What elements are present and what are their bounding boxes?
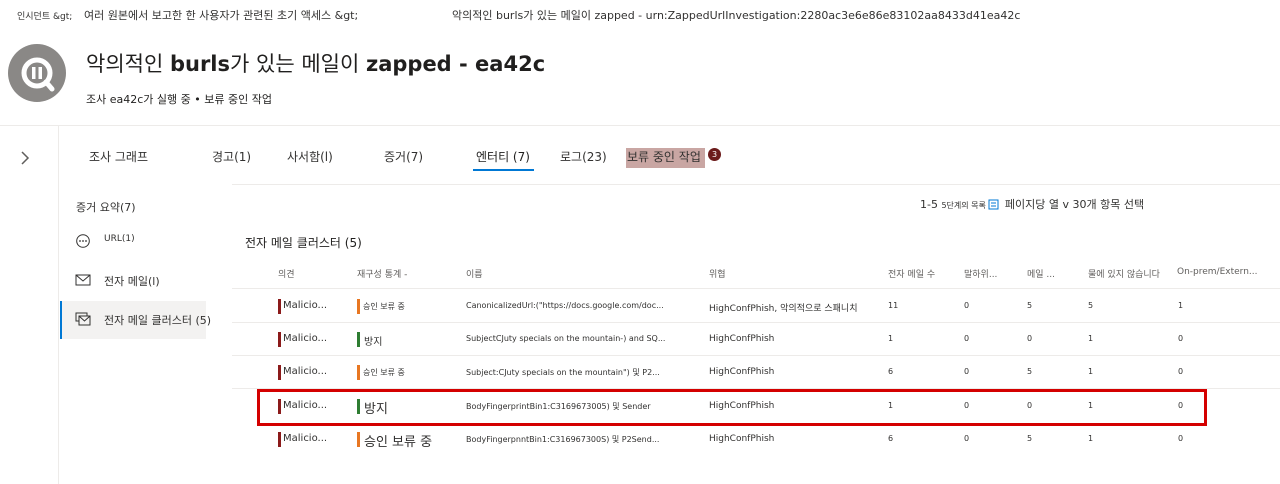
tab-mailboxes[interactable]: 사서함(l) [287,148,333,165]
threat-cell: HighConfPhish [709,434,775,444]
page-subtitle: 조사 ea42c가 실행 중 • 보류 중인 작업 [86,93,272,106]
severity-bar [278,432,281,447]
status-cell: 승인 보류 중 [364,435,433,450]
email-count-cell: 6 [888,367,894,376]
sidebar-item-label: 전자 메일(l) [104,275,160,288]
tab-pending-actions[interactable]: 보류 중인 작업 [627,148,701,165]
status-pending-bar [357,299,360,314]
sidebar-item-url[interactable]: URL(1) [60,223,206,261]
tab-log[interactable]: 로그(23) [560,148,607,165]
column-header-email-count[interactable]: 전자 메일 수 [888,267,935,280]
col6-cell: 0 [964,367,970,376]
evidence-summary-heading: 증거 요약(7) [76,201,136,214]
col8-cell: 5 [1088,301,1094,310]
status-cell: 방지 [364,337,383,348]
status-cell: 승인 보류 중 [363,368,405,377]
breadcrumb-investigation: 악의적인 burls가 있는 메일이 zapped - urn:ZappedUr… [452,9,1021,22]
left-rail-divider [58,126,59,484]
tab-investigation-graph[interactable]: 조사 그래프 [89,148,148,165]
col6-cell: 0 [964,334,970,343]
column-header-onprem[interactable]: On-prem/Extern... [1177,267,1258,277]
section-title: 전자 메일 클러스터 (5) [245,236,362,250]
table-row[interactable]: Malicio... 승인 보류 중 BodyFingerpnntBin1:C3… [260,423,1260,456]
column-header-status[interactable]: 재구성 통계 - [357,267,407,280]
status-pending-bar [357,365,360,380]
name-cell: CanonicalizedUrl:("https://docs.google.c… [466,301,664,310]
email-count-cell: 11 [888,301,899,310]
header-divider [0,125,1280,126]
threat-cell: HighConfPhish, 악의적으로 스패니치 [709,304,858,314]
breadcrumb-incidents[interactable]: 인시던트 &gt; [17,9,72,22]
status-prevented-bar [357,332,360,347]
threat-cell: HighConfPhish [709,367,775,377]
column-header-col8[interactable]: 물에 있지 않습니다 [1088,267,1160,280]
status-cell: 승인 보류 중 [363,302,405,311]
pending-actions-badge: 3 [708,148,721,161]
verdict-cell: Malicio... [283,333,328,344]
url-ellipsis-icon [76,234,90,248]
onprem-cell: 0 [1178,434,1184,443]
onprem-cell: 0 [1178,367,1184,376]
expand-chevron-icon[interactable] [20,150,30,170]
name-cell: BodyFingerpnntBin1:C316967300S) 및 P2Send… [466,435,660,444]
tab-entities[interactable]: 엔터티 (7) [476,148,530,165]
status-pending-bar [357,432,360,447]
verdict-cell: Malicio... [283,433,328,444]
severity-bar [278,299,281,314]
sidebar-item-email-cluster[interactable]: 전자 메일 클러스터 (5) [60,301,211,339]
table-row[interactable]: Malicio... 승인 보류 중 Subject:CJuty special… [232,356,1280,389]
name-cell: Subject:CJuty specials on the mountain")… [466,368,660,377]
paging-icon [988,199,999,210]
column-header-threat[interactable]: 위협 [709,267,726,280]
investigation-pause-icon [8,44,66,102]
onprem-cell: 1 [1178,301,1184,310]
active-tab-indicator [473,169,534,171]
column-header-name[interactable]: 이름 [466,267,483,280]
col8-cell: 1 [1088,434,1094,443]
tabs-divider [232,184,1280,185]
name-cell: SubjectCJuty specials on the mountain-) … [466,334,666,343]
col7-cell: 5 [1027,301,1033,310]
severity-bar [278,365,281,380]
mail-cluster-icon [75,312,91,326]
col7-cell: 0 [1027,334,1033,343]
col8-cell: 1 [1088,367,1094,376]
column-header-col6[interactable]: 말하위... [964,267,997,280]
mail-icon [75,274,91,286]
selected-indicator [60,301,62,339]
header-row-divider [232,288,1280,289]
severity-bar [278,332,281,347]
col8-cell: 1 [1088,334,1094,343]
page-title: 악의적인 burls가 있는 메일이 zapped - ea42c [86,52,546,76]
verdict-cell: Malicio... [283,366,328,377]
tab-evidence[interactable]: 증거(7) [384,148,423,165]
sidebar-item-label: URL(1) [104,234,135,244]
highlighted-row-box [257,389,1207,426]
sidebar-item-label: 전자 메일 클러스터 (5) [104,314,212,327]
email-count-cell: 1 [888,334,894,343]
column-header-verdict[interactable]: 의견 [278,267,295,280]
col6-cell: 0 [964,434,970,443]
col7-cell: 5 [1027,367,1033,376]
threat-cell: HighConfPhish [709,334,775,344]
tab-alerts[interactable]: 경고(1) [212,148,251,165]
col7-cell: 5 [1027,434,1033,443]
table-row[interactable]: Malicio... 승인 보류 중 CanonicalizedUrl:("ht… [232,290,1280,323]
column-header-col7[interactable]: 메일 ... [1027,267,1055,280]
paging-control[interactable]: 1-5 5단계의 목록 페이지당 열 v 30개 항목 선택 [920,196,1144,212]
table-row[interactable]: Malicio... 방지 SubjectCJuty specials on t… [232,323,1280,356]
verdict-cell: Malicio... [283,300,328,311]
sidebar-item-email[interactable]: 전자 메일(l) [60,262,206,300]
col6-cell: 0 [964,301,970,310]
breadcrumb-incident[interactable]: 여러 원본에서 보고한 한 사용자가 관련된 초기 액세스 &gt; [84,7,358,23]
onprem-cell: 0 [1178,334,1184,343]
email-count-cell: 6 [888,434,894,443]
